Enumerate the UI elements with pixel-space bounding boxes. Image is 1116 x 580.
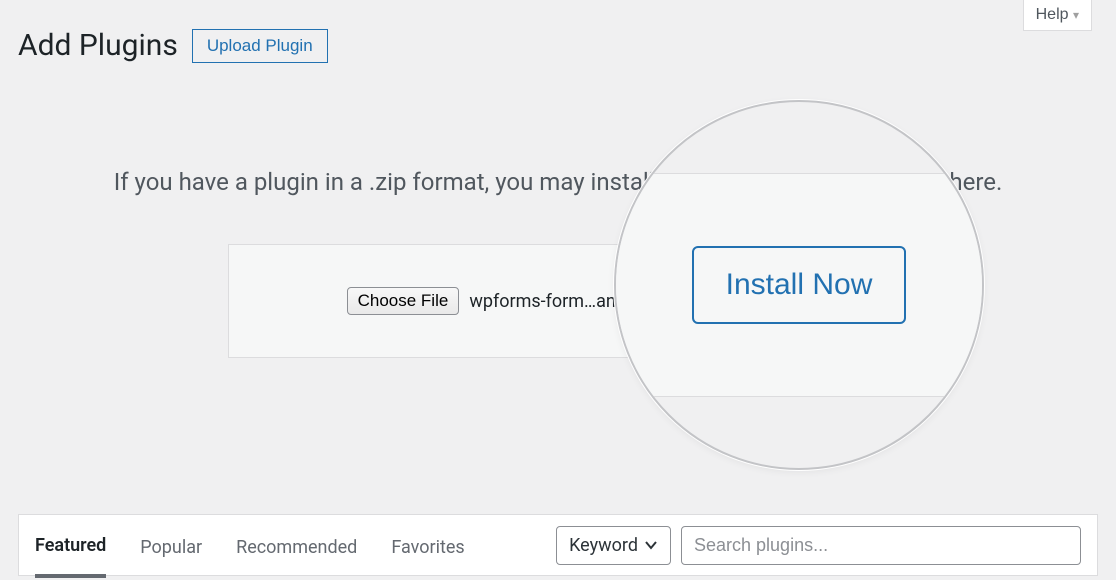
chevron-down-icon — [644, 538, 658, 552]
install-now-button[interactable]: Install Now — [692, 246, 907, 324]
filter-link-favorites[interactable]: Favorites — [391, 515, 464, 576]
page-title: Add Plugins — [18, 28, 178, 63]
upload-plugin-button[interactable]: Upload Plugin — [192, 29, 328, 63]
keyword-select-label: Keyword — [569, 535, 638, 556]
page-header: Add Plugins Upload Plugin — [0, 0, 1116, 63]
search-input[interactable] — [681, 526, 1081, 565]
filter-link-featured[interactable]: Featured — [35, 513, 106, 578]
filter-link-popular[interactable]: Popular — [140, 515, 202, 576]
filter-bar: Featured Popular Recommended Favorites K… — [18, 514, 1098, 576]
keyword-select[interactable]: Keyword — [556, 526, 671, 565]
magnifier-lens: Install Now — [614, 100, 984, 470]
help-button-label: Help — [1036, 6, 1069, 23]
filter-link-recommended[interactable]: Recommended — [236, 515, 357, 576]
help-button[interactable]: Help — [1023, 0, 1092, 31]
magnified-upload-panel: Install Now — [616, 173, 982, 397]
choose-file-button[interactable]: Choose File — [347, 287, 460, 315]
